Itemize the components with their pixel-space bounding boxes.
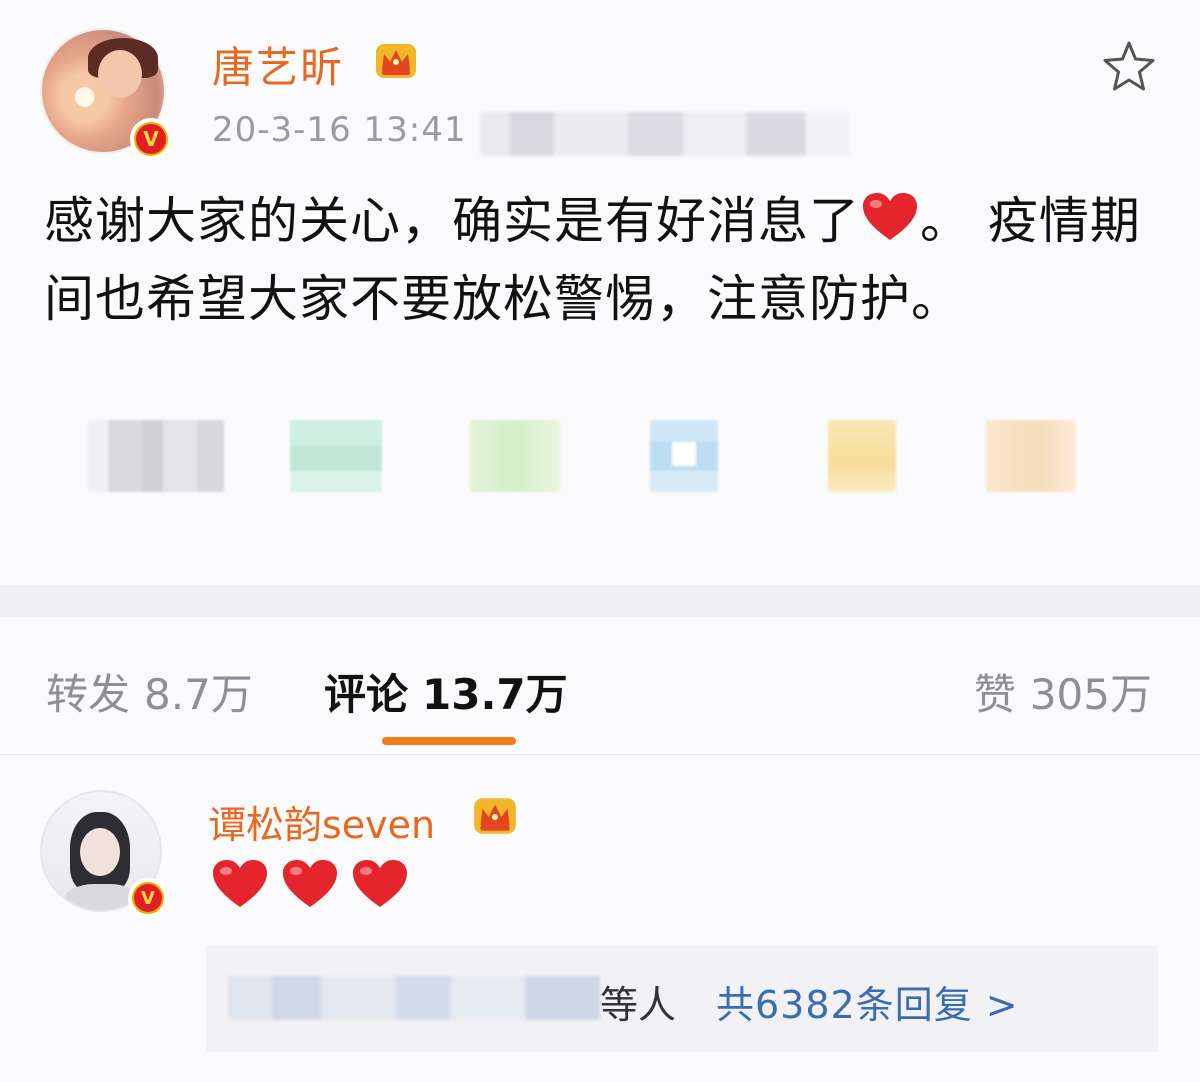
comment-content: [210, 856, 410, 918]
blurred-emoji-row: [0, 400, 1200, 510]
blurred-thumb: [290, 420, 382, 492]
tab-like-label: 赞: [973, 670, 1016, 719]
heart-icon: [283, 860, 337, 907]
verified-badge-icon: V: [130, 118, 172, 160]
tab-like-count: 305万: [1029, 670, 1152, 719]
commenter-username[interactable]: 谭松韵seven: [208, 794, 435, 849]
tab-repost[interactable]: 转发 8.7万: [46, 661, 253, 722]
reply-others-label: 等人: [600, 983, 677, 1027]
blurred-thumb: [88, 420, 224, 492]
heart-icon: [353, 860, 407, 907]
heart-icon: [863, 193, 917, 240]
tab-repost-label: 转发: [46, 670, 131, 719]
tab-comment-label: 评论: [324, 670, 409, 719]
view-replies-link[interactable]: 共6382条回复 >: [716, 974, 1019, 1029]
active-tab-indicator: [382, 737, 516, 745]
tab-comment[interactable]: 评论 13.7万: [324, 661, 568, 722]
post-text-part1: 感谢大家的关心，确实是有好消息了: [44, 192, 860, 250]
reply-summary[interactable]: 等人 共6382条回复 >: [206, 946, 1158, 1052]
author-avatar[interactable]: V: [40, 28, 172, 160]
comment-item: V 谭松韵seven 等人 共6382条回复 >: [0, 756, 1200, 1082]
author-username[interactable]: 唐艺昕: [212, 34, 344, 95]
crown-icon: [474, 798, 516, 834]
verified-badge-icon: V: [128, 878, 168, 918]
blurred-source-info: [480, 112, 850, 156]
tab-repost-count: 8.7万: [144, 670, 253, 719]
blurred-reply-users: [228, 976, 600, 1020]
blurred-thumb: [650, 420, 718, 492]
favorite-star-icon[interactable]: [1100, 38, 1158, 94]
commenter-avatar[interactable]: V: [40, 790, 168, 918]
blurred-thumb: [470, 420, 560, 492]
tab-like[interactable]: 赞 305万: [974, 661, 1152, 722]
crown-icon: [376, 44, 416, 78]
weibo-post: V 唐艺昕 20-3-16 13:41 感谢大家的关心，确实是有好消息了。 疫情…: [0, 0, 1200, 585]
blurred-thumb: [986, 420, 1076, 492]
section-divider: [0, 585, 1200, 617]
interaction-tabs: 转发 8.7万 评论 13.7万 赞 305万: [0, 617, 1200, 755]
post-timestamp: 20-3-16 13:41: [212, 110, 467, 150]
tab-comment-count: 13.7万: [422, 670, 568, 719]
heart-icon: [213, 860, 267, 907]
blurred-thumb: [828, 420, 896, 492]
post-body: 感谢大家的关心，确实是有好消息了。 疫情期间也希望大家不要放松警惕，注意防护。: [44, 182, 1154, 338]
